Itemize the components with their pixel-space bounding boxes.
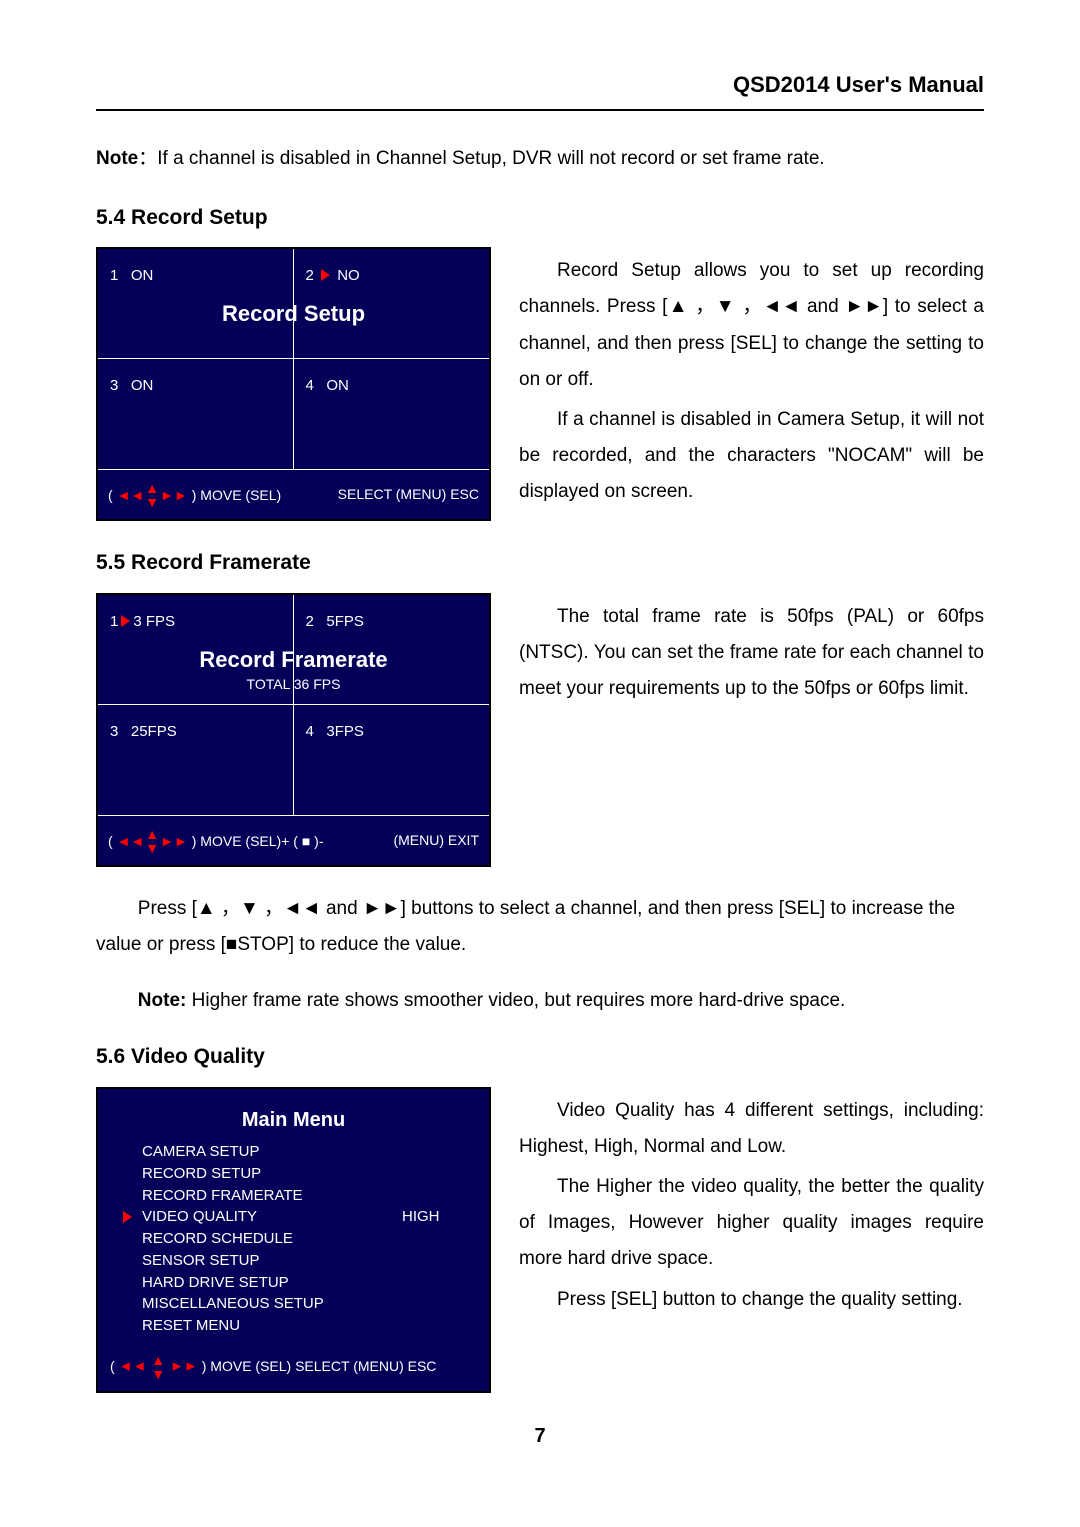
framerate-cell-2: 2 5FPS <box>294 595 490 705</box>
footer-open: ( <box>108 487 113 503</box>
cursor-right-icon <box>321 269 330 281</box>
footer-right: SELECT (MENU) ESC <box>338 483 479 507</box>
main-menu-title: Main Menu <box>110 1103 477 1137</box>
sec56-text: Video Quality has 4 different settings, … <box>519 1087 984 1322</box>
note-text: If a channel is disabled in Channel Setu… <box>157 148 824 169</box>
nav-arrows-icon: ◄◄ ▲▼ ►► <box>117 481 188 509</box>
note-channel-setup: Note：If a channel is disabled in Channel… <box>96 143 984 175</box>
cell-2-val: NO <box>337 267 360 284</box>
page-header: QSD2014 User's Manual <box>96 66 984 111</box>
nav-arrows-icon: ◄◄ ▲▼ ►► <box>119 1353 198 1381</box>
main-menu-list: CAMERA SETUP RECORD SETUP RECORD FRAMERA… <box>142 1141 477 1337</box>
framerate-cell-1: 1 3 FPS <box>98 595 294 705</box>
cursor-right-icon <box>121 615 130 627</box>
menu-item-record-schedule: RECORD SCHEDULE <box>142 1228 477 1250</box>
framerate-cell-3: 3 25FPS <box>98 705 294 815</box>
footer-right: (MENU) EXIT <box>393 829 479 853</box>
menu-item-label: CAMERA SETUP <box>142 1141 260 1163</box>
record-setup-cell-2: 2 NO <box>294 249 490 359</box>
sec54-para1: Record Setup allows you to set up record… <box>519 253 984 397</box>
heading-5-6: 5.6 Video Quality <box>96 1039 984 1075</box>
heading-5-5: 5.5 Record Framerate <box>96 545 984 581</box>
sec54-para2: If a channel is disabled in Camera Setup… <box>519 402 984 510</box>
sec56-para3: Press [SEL] button to change the quality… <box>519 1282 984 1318</box>
cell-3-num: 3 <box>110 723 118 740</box>
page-number: 7 <box>96 1419 984 1453</box>
cell-1-num: 1 <box>110 267 118 284</box>
manual-title: QSD2014 User's Manual <box>733 72 984 97</box>
menu-item-label: RECORD SCHEDULE <box>142 1228 293 1250</box>
cell-4-num: 4 <box>306 377 314 394</box>
cell-1-num: 1 <box>110 613 118 630</box>
cell-4-num: 4 <box>306 723 314 740</box>
menu-item-label: MISCELLANEOUS SETUP <box>142 1293 324 1315</box>
cursor-right-icon <box>123 1211 132 1223</box>
main-menu-footer: ( ◄◄ ▲▼ ►► ) MOVE (SEL) SELECT (MENU) ES… <box>110 1353 477 1381</box>
sec55-note-label: Note: <box>138 990 187 1011</box>
record-setup-panel: 1 ON 2 NO 3 ON 4 ON Record Setup <box>96 247 491 521</box>
menu-item-video-quality: VIDEO QUALITY HIGH <box>142 1206 477 1228</box>
note-sep: ： <box>138 148 157 169</box>
record-setup-cell-4: 4 ON <box>294 359 490 469</box>
record-setup-footer: ( ◄◄ ▲▼ ►► ) MOVE (SEL) SELECT (MENU) ES… <box>98 469 489 519</box>
cell-3-val: ON <box>131 377 154 394</box>
framerate-cell-4: 4 3FPS <box>294 705 490 815</box>
sec55-note-text: Higher frame rate shows smoother video, … <box>186 990 845 1011</box>
record-setup-cell-1: 1 ON <box>98 249 294 359</box>
footer-text: ) MOVE (SEL) SELECT (MENU) ESC <box>202 1355 437 1379</box>
record-setup-cell-3: 3 ON <box>98 359 294 469</box>
heading-5-4: 5.4 Record Setup <box>96 200 984 236</box>
menu-item-label: HARD DRIVE SETUP <box>142 1272 289 1294</box>
sec56-para1: Video Quality has 4 different settings, … <box>519 1093 984 1165</box>
menu-item-label: RECORD FRAMERATE <box>142 1185 303 1207</box>
menu-item-label: VIDEO QUALITY <box>142 1206 257 1228</box>
nav-arrows-icon: ◄◄ ▲▼ ►► <box>117 827 188 855</box>
footer-left: ) MOVE (SEL)+ ( ■ )- <box>192 833 324 849</box>
cell-1-val: ON <box>131 267 154 284</box>
record-framerate-panel: 13 FPS 2 5FPS 3 25FPS 4 3FPS Record Fram… <box>96 593 491 867</box>
main-menu-panel: Main Menu CAMERA SETUP RECORD SETUP RECO… <box>96 1087 491 1393</box>
cell-4-val: ON <box>326 377 349 394</box>
sec55-below1: Press [▲ ，▼ ，◄◄ and ►►] buttons to selec… <box>96 891 984 963</box>
note-label: Note <box>96 148 138 169</box>
sec55-below2: Note: Higher frame rate shows smoother v… <box>96 983 984 1019</box>
sec54-text: Record Setup allows you to set up record… <box>519 247 984 514</box>
cell-3-val: 25FPS <box>131 723 177 740</box>
menu-item-sensor-setup: SENSOR SETUP <box>142 1250 477 1272</box>
footer-open: ( <box>108 833 113 849</box>
cell-1-val: 3 FPS <box>133 613 175 630</box>
cell-3-num: 3 <box>110 377 118 394</box>
cell-2-val: 5FPS <box>326 613 364 630</box>
sec55-text: The total frame rate is 50fps (PAL) or 6… <box>519 593 984 711</box>
sec55-para1: The total frame rate is 50fps (PAL) or 6… <box>519 599 984 707</box>
footer-left: ) MOVE (SEL) <box>192 487 281 503</box>
menu-item-value: HIGH <box>402 1206 440 1228</box>
menu-item-miscellaneous-setup: MISCELLANEOUS SETUP <box>142 1293 477 1315</box>
menu-item-label: RECORD SETUP <box>142 1163 261 1185</box>
menu-item-label: RESET MENU <box>142 1315 240 1337</box>
sec55-below1-text: Press [▲ ，▼ ，◄◄ and ►►] buttons to selec… <box>96 898 955 955</box>
menu-item-camera-setup: CAMERA SETUP <box>142 1141 477 1163</box>
footer-open: ( <box>110 1355 115 1379</box>
cell-2-num: 2 <box>306 267 314 284</box>
menu-item-record-framerate: RECORD FRAMERATE <box>142 1185 477 1207</box>
menu-item-record-setup: RECORD SETUP <box>142 1163 477 1185</box>
cell-2-num: 2 <box>306 613 314 630</box>
record-framerate-footer: ( ◄◄ ▲▼ ►► ) MOVE (SEL)+ ( ■ )- (MENU) E… <box>98 815 489 865</box>
menu-item-reset-menu: RESET MENU <box>142 1315 477 1337</box>
sec56-para2: The Higher the video quality, the better… <box>519 1169 984 1277</box>
cell-4-val: 3FPS <box>326 723 364 740</box>
menu-item-hard-drive-setup: HARD DRIVE SETUP <box>142 1272 477 1294</box>
menu-item-label: SENSOR SETUP <box>142 1250 260 1272</box>
